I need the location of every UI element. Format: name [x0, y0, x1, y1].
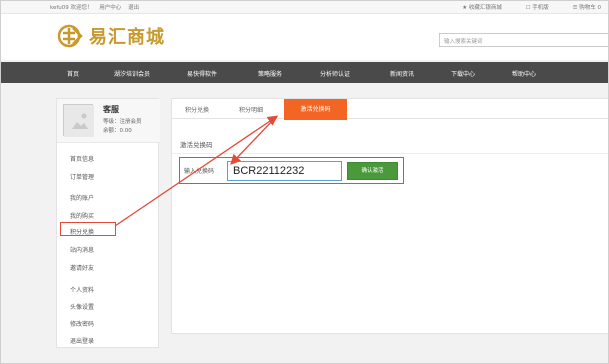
- screenshot-frame: [0, 0, 609, 364]
